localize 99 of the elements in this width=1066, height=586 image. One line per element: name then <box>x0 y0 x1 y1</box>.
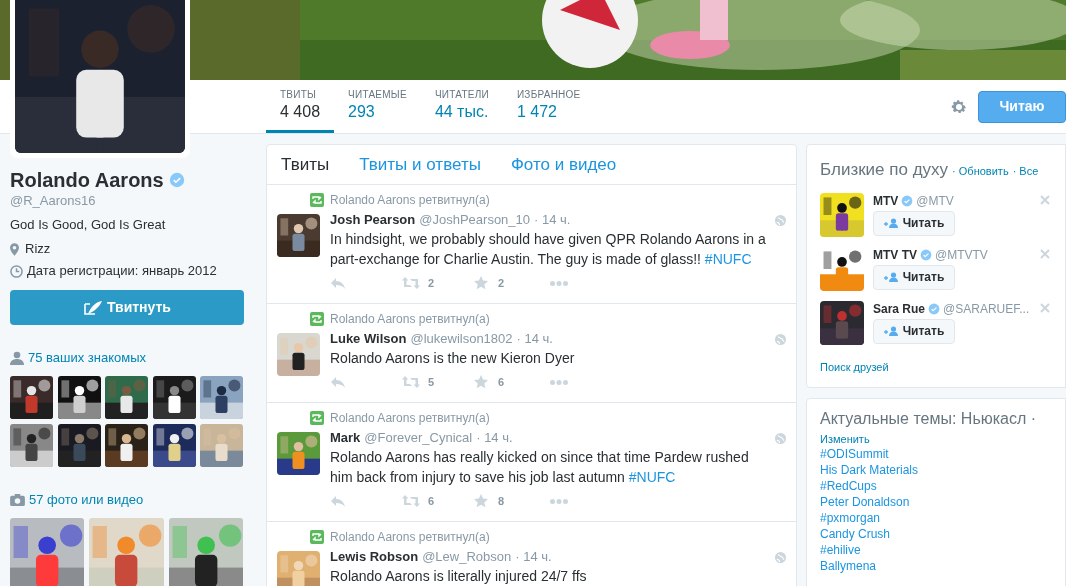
retweet-count: 6 <box>428 493 436 509</box>
find-friends-link[interactable]: Поиск друзей <box>820 358 1052 375</box>
star-icon[interactable] <box>474 494 488 508</box>
trend-link[interactable]: #pxmorgan <box>820 510 881 526</box>
close-icon[interactable] <box>1040 248 1050 259</box>
stat-tab[interactable]: ТВИТЫ 4 408 <box>266 80 335 133</box>
card-title: Близкие по духу <box>820 159 949 181</box>
stat-tab[interactable]: ИЗБРАННОЕ 1 472 <box>502 80 595 133</box>
star-icon[interactable] <box>474 276 488 290</box>
content-tab[interactable]: Твиты <box>281 151 330 178</box>
tweet-time[interactable]: · 14 ч. <box>516 329 553 349</box>
trend-link[interactable]: Candy Crush <box>820 526 891 542</box>
retweet-count: 2 <box>428 275 436 291</box>
compose-icon <box>83 299 103 316</box>
content-tab[interactable]: Фото и видео <box>510 151 617 178</box>
favorite-count: 6 <box>498 374 506 390</box>
profile-location: Rizz <box>25 240 51 258</box>
retweet-icon <box>310 193 324 207</box>
author-name[interactable]: Lewis Robson <box>330 547 419 567</box>
reply-icon[interactable] <box>330 495 346 507</box>
tweet-time[interactable]: · 14 ч. <box>476 428 513 448</box>
media-link[interactable]: 57 фото или видео <box>10 490 244 509</box>
add-person-icon <box>883 218 899 228</box>
retweet-context: Rolando Aarons ретвитнул(а) <box>330 311 490 328</box>
favorite-count: 2 <box>498 275 506 291</box>
account-handle: @MTV <box>916 192 954 210</box>
tweet-button[interactable]: Твитнуть <box>10 290 244 325</box>
globe-icon <box>775 214 786 226</box>
friends-link[interactable]: 75 ваших знакомых <box>10 349 244 367</box>
change-link[interactable]: Изменить <box>820 432 870 446</box>
tweet-time[interactable]: · 14 ч. <box>534 210 571 230</box>
tweet-time[interactable]: · 14 ч. <box>515 547 552 567</box>
retweet-context: Rolando Aarons ретвитнул(а) <box>330 410 490 427</box>
retweet-count: 5 <box>428 374 436 390</box>
globe-icon <box>775 432 786 444</box>
following-button[interactable]: Читаю <box>978 90 1066 123</box>
clock-icon <box>10 264 23 278</box>
trend-link[interactable]: Peter Donaldson <box>820 494 910 510</box>
trend-link[interactable]: Ballymena <box>820 558 877 574</box>
retweet-icon[interactable] <box>402 495 420 507</box>
retweet-icon[interactable] <box>402 376 420 388</box>
settings-icon[interactable] <box>950 97 968 116</box>
close-icon[interactable] <box>1040 194 1050 205</box>
refresh-link[interactable]: · Обновить <box>952 163 1009 180</box>
author-name[interactable]: Josh Pearson <box>330 210 416 230</box>
person-icon <box>10 351 24 365</box>
retweet-icon <box>310 530 324 544</box>
account-handle: @MTVTV <box>935 246 988 264</box>
more-icon[interactable] <box>550 280 568 286</box>
profile-handle: @R_Aarons16 <box>10 192 97 210</box>
retweet-icon[interactable] <box>402 277 420 289</box>
profile-name: Rolando Aarons <box>10 168 164 192</box>
author-name[interactable]: Mark <box>330 428 361 448</box>
tweet-text: Rolando Aarons is the new Kieron Dyer <box>330 349 576 368</box>
tweet-text: Rolando Aarons has really kicked on since that time Pardew rushed him back from injury to save his job last autumn #NUFC <box>330 448 750 487</box>
location-pin-icon <box>10 242 19 256</box>
tweet-text: In hindsight, we probably should have given QPR Rolando Aarons in a part-exchange for Charlie Austin. The guy is made of glass!! #NUFC <box>330 230 767 269</box>
follow-button[interactable]: Читать <box>873 210 955 236</box>
account-name[interactable]: MTV TV <box>873 245 917 264</box>
hashtag-link[interactable]: #NUFC <box>628 469 676 485</box>
retweet-context: Rolando Aarons ретвитнул(а) <box>330 529 490 546</box>
card-title: Актуальные темы: Ньюкасл · <box>820 409 1038 429</box>
more-icon[interactable] <box>550 498 568 504</box>
more-icon[interactable] <box>550 379 568 385</box>
follow-button[interactable]: Читать <box>873 318 955 344</box>
close-icon[interactable] <box>1040 302 1050 313</box>
reply-icon[interactable] <box>330 277 346 289</box>
add-person-icon <box>883 272 899 282</box>
account-handle: @SARARUEF... <box>943 300 1030 318</box>
join-date: Дата регистрации: январь 2012 <box>27 262 217 280</box>
content-tab[interactable]: Твиты и ответы <box>359 151 481 178</box>
profile-bio: God Is Good, God Is Great <box>10 216 167 234</box>
account-name[interactable]: Sara Rue <box>873 299 926 318</box>
hashtag-link[interactable]: #NUFC <box>704 251 752 267</box>
star-icon[interactable] <box>474 375 488 389</box>
trend-link[interactable]: #ehilive <box>820 542 861 558</box>
camera-icon <box>10 493 25 506</box>
retweet-icon <box>310 312 324 326</box>
add-person-icon <box>883 326 899 336</box>
reply-icon[interactable] <box>330 376 346 388</box>
retweet-context: Rolando Aarons ретвитнул(а) <box>330 192 490 209</box>
stat-tab[interactable]: ЧИТАТЕЛИ 44 тыс. <box>420 80 503 133</box>
favorite-count: 8 <box>498 493 506 509</box>
stat-tab[interactable]: ЧИТАЕМЫЕ 293 <box>334 80 421 133</box>
author-handle[interactable]: @lukewilson1802 <box>410 329 513 349</box>
globe-icon <box>775 551 786 563</box>
author-handle[interactable]: @JoshPearson_10 <box>419 210 531 230</box>
globe-icon <box>775 333 786 345</box>
author-handle[interactable]: @Forever_Cynical <box>364 428 473 448</box>
view-all-link[interactable]: · Все <box>1012 163 1039 180</box>
follow-button[interactable]: Читать <box>873 264 955 290</box>
retweet-icon <box>310 411 324 425</box>
account-name[interactable]: MTV <box>873 191 899 210</box>
tweet-text: Rolando Aarons is literally injured 24/7 ffs <box>330 567 588 586</box>
trend-link[interactable]: #ODISummit <box>820 446 889 462</box>
trend-link[interactable]: #RedCups <box>820 478 877 494</box>
trend-link[interactable]: His Dark Materials <box>820 462 918 478</box>
author-handle[interactable]: @Lew_Robson <box>422 547 512 567</box>
author-name[interactable]: Luke Wilson <box>330 329 407 349</box>
